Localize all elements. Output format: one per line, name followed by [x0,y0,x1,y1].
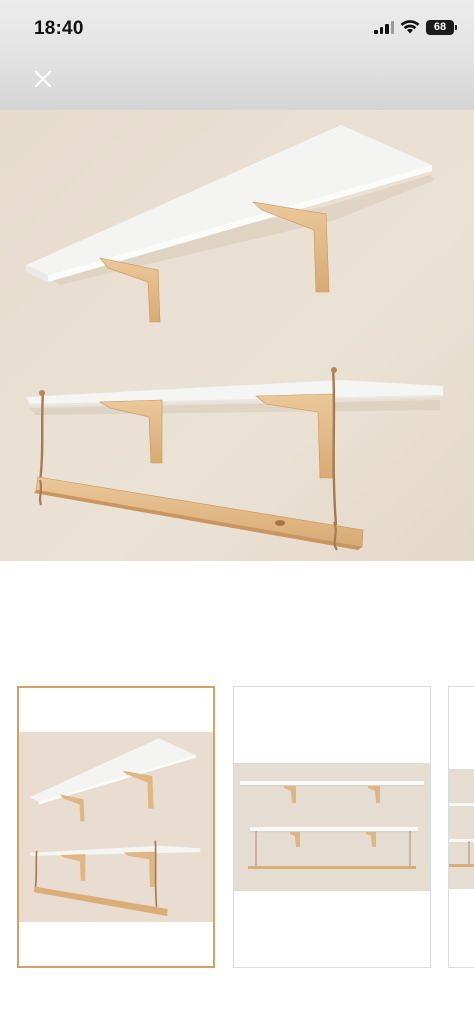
top-bar: 18:40 68 [0,0,474,110]
close-icon [34,70,52,88]
close-button[interactable] [28,64,58,94]
battery-icon: 68 [426,19,457,35]
thumbnail-2-image [234,763,430,891]
thumbnail-3[interactable] [448,686,474,968]
thumbnail-2[interactable] [233,686,431,968]
status-icons: 68 [374,19,457,35]
main-product-image[interactable] [0,110,474,561]
thumbnail-1-image [19,732,213,922]
status-time: 18:40 [34,18,84,39]
wifi-icon [400,20,420,34]
shelves-photo [0,110,474,561]
thumbnail-1[interactable] [17,686,215,968]
battery-level: 68 [433,21,447,33]
thumbnail-3-image [449,769,474,889]
cellular-signal-icon [374,20,394,34]
thumbnail-strip [0,686,474,968]
